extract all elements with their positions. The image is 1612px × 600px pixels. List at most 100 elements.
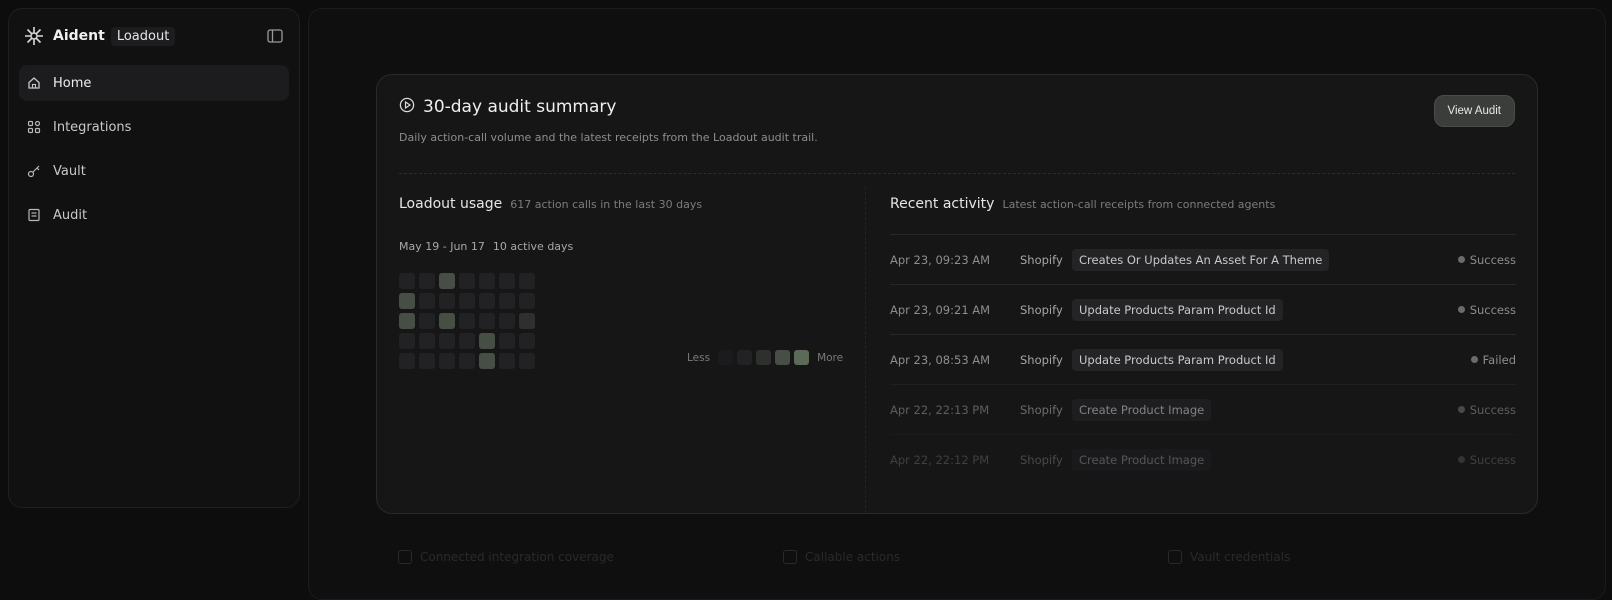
- heatmap-cell[interactable]: [419, 353, 435, 369]
- home-icon: [25, 74, 43, 92]
- stats-footer: Connected integration coverage Callable …: [398, 550, 1553, 564]
- bolt-icon: [783, 550, 797, 564]
- view-audit-button[interactable]: View Audit: [1433, 95, 1515, 127]
- heatmap-cell[interactable]: [519, 293, 535, 309]
- heatmap-cell[interactable]: [399, 273, 415, 289]
- stat-vault-credentials: Vault credentials: [1168, 550, 1553, 564]
- stat-label: Connected integration coverage: [420, 550, 614, 564]
- heatmap-legend: Less More: [687, 350, 843, 365]
- heatmap-cell[interactable]: [399, 293, 415, 309]
- heatmap-cell[interactable]: [459, 313, 475, 329]
- card-title: 30-day audit summary: [423, 97, 617, 117]
- status-badge: Success: [1457, 452, 1516, 467]
- heatmap-cell[interactable]: [419, 293, 435, 309]
- row-status: Success: [1469, 302, 1516, 317]
- legend-swatch: [756, 350, 772, 365]
- heatmap-cell[interactable]: [419, 313, 435, 329]
- key-icon: [1168, 550, 1182, 564]
- sidebar-toggle-icon[interactable]: [265, 26, 285, 46]
- heatmap-cell[interactable]: [459, 293, 475, 309]
- legend-swatch: [775, 350, 791, 365]
- sidebar-item-home[interactable]: Home: [19, 65, 289, 101]
- heatmap-cell[interactable]: [479, 313, 495, 329]
- status-badge: Success: [1457, 403, 1516, 417]
- heatmap-cell[interactable]: [439, 273, 455, 289]
- heatmap-cell[interactable]: [399, 353, 415, 369]
- heatmap-cell[interactable]: [439, 313, 455, 329]
- usage-range: May 19 - Jun 17 10 active days: [399, 240, 849, 253]
- heatmap-cell[interactable]: [459, 273, 475, 289]
- heatmap-cell[interactable]: [499, 353, 515, 369]
- row-time: Apr 23, 09:21 AM: [890, 302, 991, 317]
- sidebar-item-label: Home: [53, 75, 92, 91]
- brand: Aident Loadout: [19, 21, 289, 51]
- row-app: Shopify: [1020, 452, 1063, 467]
- heatmap-cell[interactable]: [459, 333, 475, 349]
- key-icon: [25, 162, 43, 180]
- loadout-usage: Loadout usage 617 action calls in the las…: [399, 193, 849, 369]
- legend-swatch: [794, 350, 810, 365]
- activity-row[interactable]: Apr 23, 08:53 AM Shopify Update Products…: [890, 334, 1516, 384]
- row-app: Shopify: [1020, 302, 1063, 317]
- status-badge: Failed: [1470, 352, 1516, 367]
- row-time: Apr 22, 22:12 PM: [890, 452, 990, 467]
- heatmap-cell[interactable]: [479, 273, 495, 289]
- heatmap-cell[interactable]: [399, 333, 415, 349]
- heatmap-cell[interactable]: [439, 333, 455, 349]
- row-action: Update Products Param Product Id: [1072, 298, 1283, 321]
- activity-list: Apr 23, 09:23 AM Shopify Creates Or Upda…: [890, 234, 1516, 484]
- date-range: May 19 - Jun 17: [399, 240, 485, 253]
- status-badge: Success: [1457, 252, 1516, 267]
- heatmap-cell[interactable]: [499, 273, 515, 289]
- activity-row[interactable]: Apr 23, 09:21 AM Shopify Update Products…: [890, 284, 1516, 334]
- heatmap-cell[interactable]: [499, 333, 515, 349]
- row-status: Success: [1469, 452, 1516, 467]
- heatmap-cell[interactable]: [519, 333, 535, 349]
- row-time: Apr 23, 08:53 AM: [890, 352, 991, 367]
- sidebar-item-label: Vault: [53, 163, 86, 179]
- sidebar-item-audit[interactable]: Audit: [19, 197, 289, 233]
- heatmap-cell[interactable]: [479, 293, 495, 309]
- legend-more: More: [817, 351, 844, 364]
- divider: [399, 173, 1515, 174]
- heatmap-cell[interactable]: [479, 333, 495, 349]
- row-action: Create Product Image: [1072, 398, 1212, 421]
- status-dot-icon: [1457, 306, 1465, 313]
- row-status: Success: [1469, 252, 1516, 267]
- heatmap-cell[interactable]: [519, 313, 535, 329]
- heatmap-cell[interactable]: [479, 353, 495, 369]
- heatmap-cell[interactable]: [439, 293, 455, 309]
- status-badge: Success: [1457, 302, 1516, 317]
- activity-meta: Latest action-call receipts from connect…: [1002, 198, 1276, 211]
- row-status: Failed: [1482, 352, 1516, 367]
- heatmap-cell[interactable]: [419, 273, 435, 289]
- sidebar-item-label: Audit: [53, 207, 88, 223]
- card-subtitle: Daily action-call volume and the latest …: [399, 131, 818, 144]
- heatmap-cell[interactable]: [459, 353, 475, 369]
- card-header: 30-day audit summary Daily action-call v…: [399, 95, 1515, 144]
- sidebar-item-vault[interactable]: Vault: [19, 153, 289, 189]
- heatmap-cell[interactable]: [519, 273, 535, 289]
- sidebar-item-label: Integrations: [53, 119, 132, 135]
- play-circle-icon: [399, 97, 415, 117]
- heatmap-cell[interactable]: [439, 353, 455, 369]
- legend-swatch: [737, 350, 753, 365]
- activity-row[interactable]: Apr 22, 22:13 PM Shopify Create Product …: [890, 384, 1516, 434]
- row-app: Shopify: [1020, 402, 1063, 417]
- activity-row[interactable]: Apr 22, 22:12 PM Shopify Create Product …: [890, 434, 1516, 484]
- aident-logo-icon: [23, 25, 45, 47]
- activity-row[interactable]: Apr 23, 09:23 AM Shopify Creates Or Upda…: [890, 234, 1516, 284]
- sidebar: Aident Loadout Home Integrations Vault A…: [8, 8, 300, 508]
- sidebar-item-integrations[interactable]: Integrations: [19, 109, 289, 145]
- stat-callable-actions: Callable actions: [783, 550, 1168, 564]
- recent-activity: Recent activity Latest action-call receip…: [890, 193, 1516, 484]
- legend-swatch: [718, 350, 734, 365]
- heatmap-cell[interactable]: [499, 313, 515, 329]
- brand-name: Aident: [53, 28, 105, 44]
- heatmap-cell[interactable]: [499, 293, 515, 309]
- usage-heatmap: [399, 273, 535, 369]
- heatmap-cell[interactable]: [519, 353, 535, 369]
- heatmap-cell[interactable]: [419, 333, 435, 349]
- status-dot-icon: [1457, 256, 1465, 263]
- heatmap-cell[interactable]: [399, 313, 415, 329]
